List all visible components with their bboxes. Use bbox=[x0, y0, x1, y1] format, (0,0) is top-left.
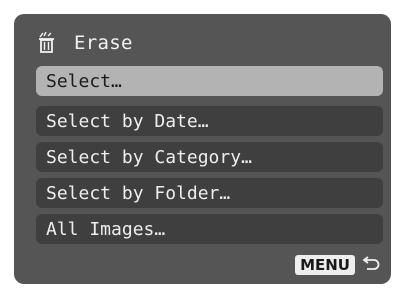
menu-item-select-by-date[interactable]: Select by Date… bbox=[36, 106, 383, 136]
menu-title: Erase bbox=[74, 32, 133, 54]
menu-item-select[interactable]: Select… bbox=[36, 66, 383, 96]
menu-item-select-by-category[interactable]: Select by Category… bbox=[36, 142, 383, 172]
menu-item-all-images[interactable]: All Images… bbox=[36, 214, 383, 244]
menu-header: Erase bbox=[36, 28, 133, 58]
menu-footer: MENU bbox=[295, 255, 381, 275]
erase-icon bbox=[36, 31, 58, 54]
menu-button[interactable]: MENU bbox=[295, 255, 355, 275]
menu-item-select-by-folder[interactable]: Select by Folder… bbox=[36, 178, 383, 208]
return-arrow-icon bbox=[361, 256, 381, 274]
